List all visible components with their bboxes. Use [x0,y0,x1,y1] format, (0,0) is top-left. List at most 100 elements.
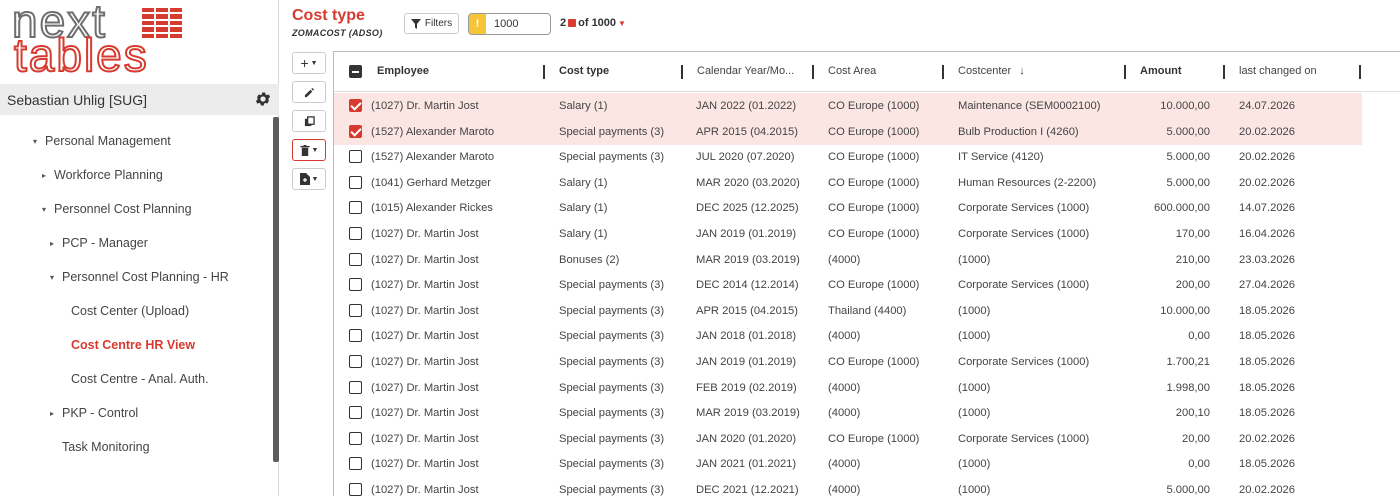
sidebar-item-personal-management[interactable]: ▾ Personal Management [33,124,171,158]
row-checkbox[interactable] [349,252,362,266]
export-icon [299,173,310,185]
table-row[interactable]: (1015) Alexander Rickes Salary (1) DEC 202… [334,195,1362,221]
copy-button[interactable] [292,110,326,132]
row-checkbox[interactable] [349,355,362,368]
table-row[interactable]: (1527) Alexander Maroto Special payments … [334,144,1362,170]
sidebar-item-personnel-cost-planning-hr[interactable]: ▾ Personnel Cost Planning - HR [50,260,229,294]
caret-down-icon: ▼ [311,175,319,183]
row-checkbox[interactable] [349,329,362,343]
row-limit-field[interactable]: ! 1000 [468,13,551,35]
edit-button[interactable] [292,81,326,103]
sidebar-item-label: Workforce Planning [54,168,163,182]
sidebar-item-pkp-control[interactable]: ▸ PKP - Control [50,396,138,430]
column-header-calendar-year-month[interactable]: Calendar Year/Mo... [697,65,794,77]
cell-cost-type: Special payments (3) [559,356,665,368]
sidebar-scrollbar[interactable] [273,117,279,462]
chevron-right-icon: ▸ [50,238,55,248]
sidebar-item-personnel-cost-planning[interactable]: ▾ Personnel Cost Planning [42,192,192,226]
row-checkbox[interactable] [349,303,362,317]
export-button[interactable]: ▼ [292,168,326,190]
cell-period: JAN 2021 (01.2021) [696,458,797,471]
table-row[interactable]: (1027) Dr. Martin Jost Special payments (… [334,426,1362,452]
row-checkbox[interactable] [349,150,362,164]
cell-cost-type: Special payments (3) [559,407,665,420]
row-checkbox[interactable] [349,99,362,112]
select-all-checkbox[interactable] [349,65,362,78]
cell-amount: 5.000,00 [1166,151,1210,164]
sidebar-item-task-monitoring[interactable]: Task Monitoring [62,430,150,464]
table-row[interactable]: (1027) Dr. Martin Jost Special payments (… [334,375,1362,401]
cell-last-changed: 20.02.2026 [1239,176,1295,189]
sidebar-item-label: Task Monitoring [62,440,150,454]
cell-last-changed: 18.05.2026 [1239,458,1295,471]
table-row[interactable]: (1027) Dr. Martin Jost Special payments (… [334,349,1362,375]
cell-amount: 0,00 [1188,458,1210,471]
sidebar-item-pcp-manager[interactable]: ▸ PCP - Manager [50,226,148,260]
column-header-costcenter[interactable]: Costcenter ↓ [958,65,1025,77]
cell-employee: (1041) Gerhard Metzger [371,176,492,189]
trash-icon [299,144,310,156]
column-resize-handle[interactable] [1359,65,1361,79]
app-logo[interactable]: next tables [11,0,182,79]
column-resize-handle[interactable] [942,65,944,79]
row-checkbox[interactable] [349,175,362,189]
column-header-amount[interactable]: Amount [1140,65,1182,77]
cell-last-changed: 20.02.2026 [1239,151,1295,164]
cell-period: FEB 2019 (02.2019) [696,381,797,394]
row-checkbox[interactable] [349,380,362,394]
table-row[interactable]: (1027) Dr. Martin Jost Special payments (… [334,400,1362,426]
column-header-cost-area[interactable]: Cost Area [828,65,876,77]
table-row[interactable]: (1527) Alexander Maroto Special payments … [334,118,1362,145]
column-resize-handle[interactable] [1124,65,1126,79]
table-row[interactable]: (1041) Gerhard Metzger Salary (1) MAR 2020… [334,170,1362,196]
selection-count: 2 of 1000 ▼ [560,17,626,29]
row-checkbox[interactable] [349,227,362,240]
cell-amount: 5.000,00 [1166,125,1210,138]
logo-text-bottom: tables [13,29,149,81]
column-header-cost-type[interactable]: Cost type [559,65,609,77]
column-resize-handle[interactable] [681,65,683,79]
gear-icon[interactable] [254,90,272,108]
cell-costcenter: Corporate Services (1000) [958,432,1090,445]
add-button[interactable]: + ▼ [292,52,326,74]
row-checkbox[interactable] [349,483,362,496]
row-checkbox[interactable] [349,431,362,445]
sidebar-item-workforce-planning[interactable]: ▸ Workforce Planning [42,158,163,192]
column-resize-handle[interactable] [543,65,545,79]
row-checkbox[interactable] [349,201,362,215]
cell-cost-type: Special payments (3) [559,151,665,164]
table-row[interactable]: (1027) Dr. Martin Jost Salary (1) JAN 2022… [334,93,1362,119]
cell-period: MAR 2019 (03.2019) [696,407,800,420]
row-checkbox[interactable] [349,124,362,138]
delete-button[interactable]: ▼ [292,139,326,161]
table-row[interactable]: (1027) Dr. Martin Jost Special payments (… [334,451,1362,477]
cell-costcenter: Corporate Services (1000) [958,279,1090,292]
table-row[interactable]: (1027) Dr. Martin Jost Special payments (… [334,298,1362,324]
cell-period: JUL 2020 (07.2020) [696,151,795,164]
cell-period: JAN 2020 (01.2020) [696,432,797,445]
column-header-last-changed[interactable]: last changed on [1239,65,1317,77]
table-row[interactable]: (1027) Dr. Martin Jost Special payments (… [334,477,1362,496]
table-row[interactable]: (1027) Dr. Martin Jost Special payments (… [334,323,1362,349]
filter-icon [410,18,421,29]
cell-amount: 1.700,21 [1166,356,1210,368]
column-resize-handle[interactable] [812,65,814,79]
checkbox-mini-icon [568,19,577,27]
row-checkbox[interactable] [349,278,362,292]
cell-period: JAN 2019 (01.2019) [696,356,797,368]
table-row[interactable]: (1027) Dr. Martin Jost Bonuses (2) MAR 201… [334,247,1362,273]
sidebar-item-cost-centre-anal-auth[interactable]: Cost Centre - Anal. Auth. [71,362,209,396]
sidebar-item-cost-center-upload[interactable]: Cost Center (Upload) [71,294,189,328]
filters-button[interactable]: Filters [404,13,459,34]
row-checkbox[interactable] [349,457,362,471]
cell-costcenter: IT Service (4120) [958,151,1044,164]
table-row[interactable]: (1027) Dr. Martin Jost Special payments (… [334,272,1362,298]
cell-cost-type: Salary (1) [559,176,608,189]
table-row[interactable]: (1027) Dr. Martin Jost Salary (1) JAN 2019… [334,221,1362,247]
row-checkbox[interactable] [349,406,362,420]
page-subtitle: ZOMACOST (ADSO) [292,28,383,38]
column-resize-handle[interactable] [1223,65,1225,79]
sidebar-item-cost-centre-hr-view[interactable]: Cost Centre HR View [71,328,195,362]
cell-cost-area: CO Europe (1000) [828,125,920,138]
column-header-employee[interactable]: Employee [377,65,429,77]
